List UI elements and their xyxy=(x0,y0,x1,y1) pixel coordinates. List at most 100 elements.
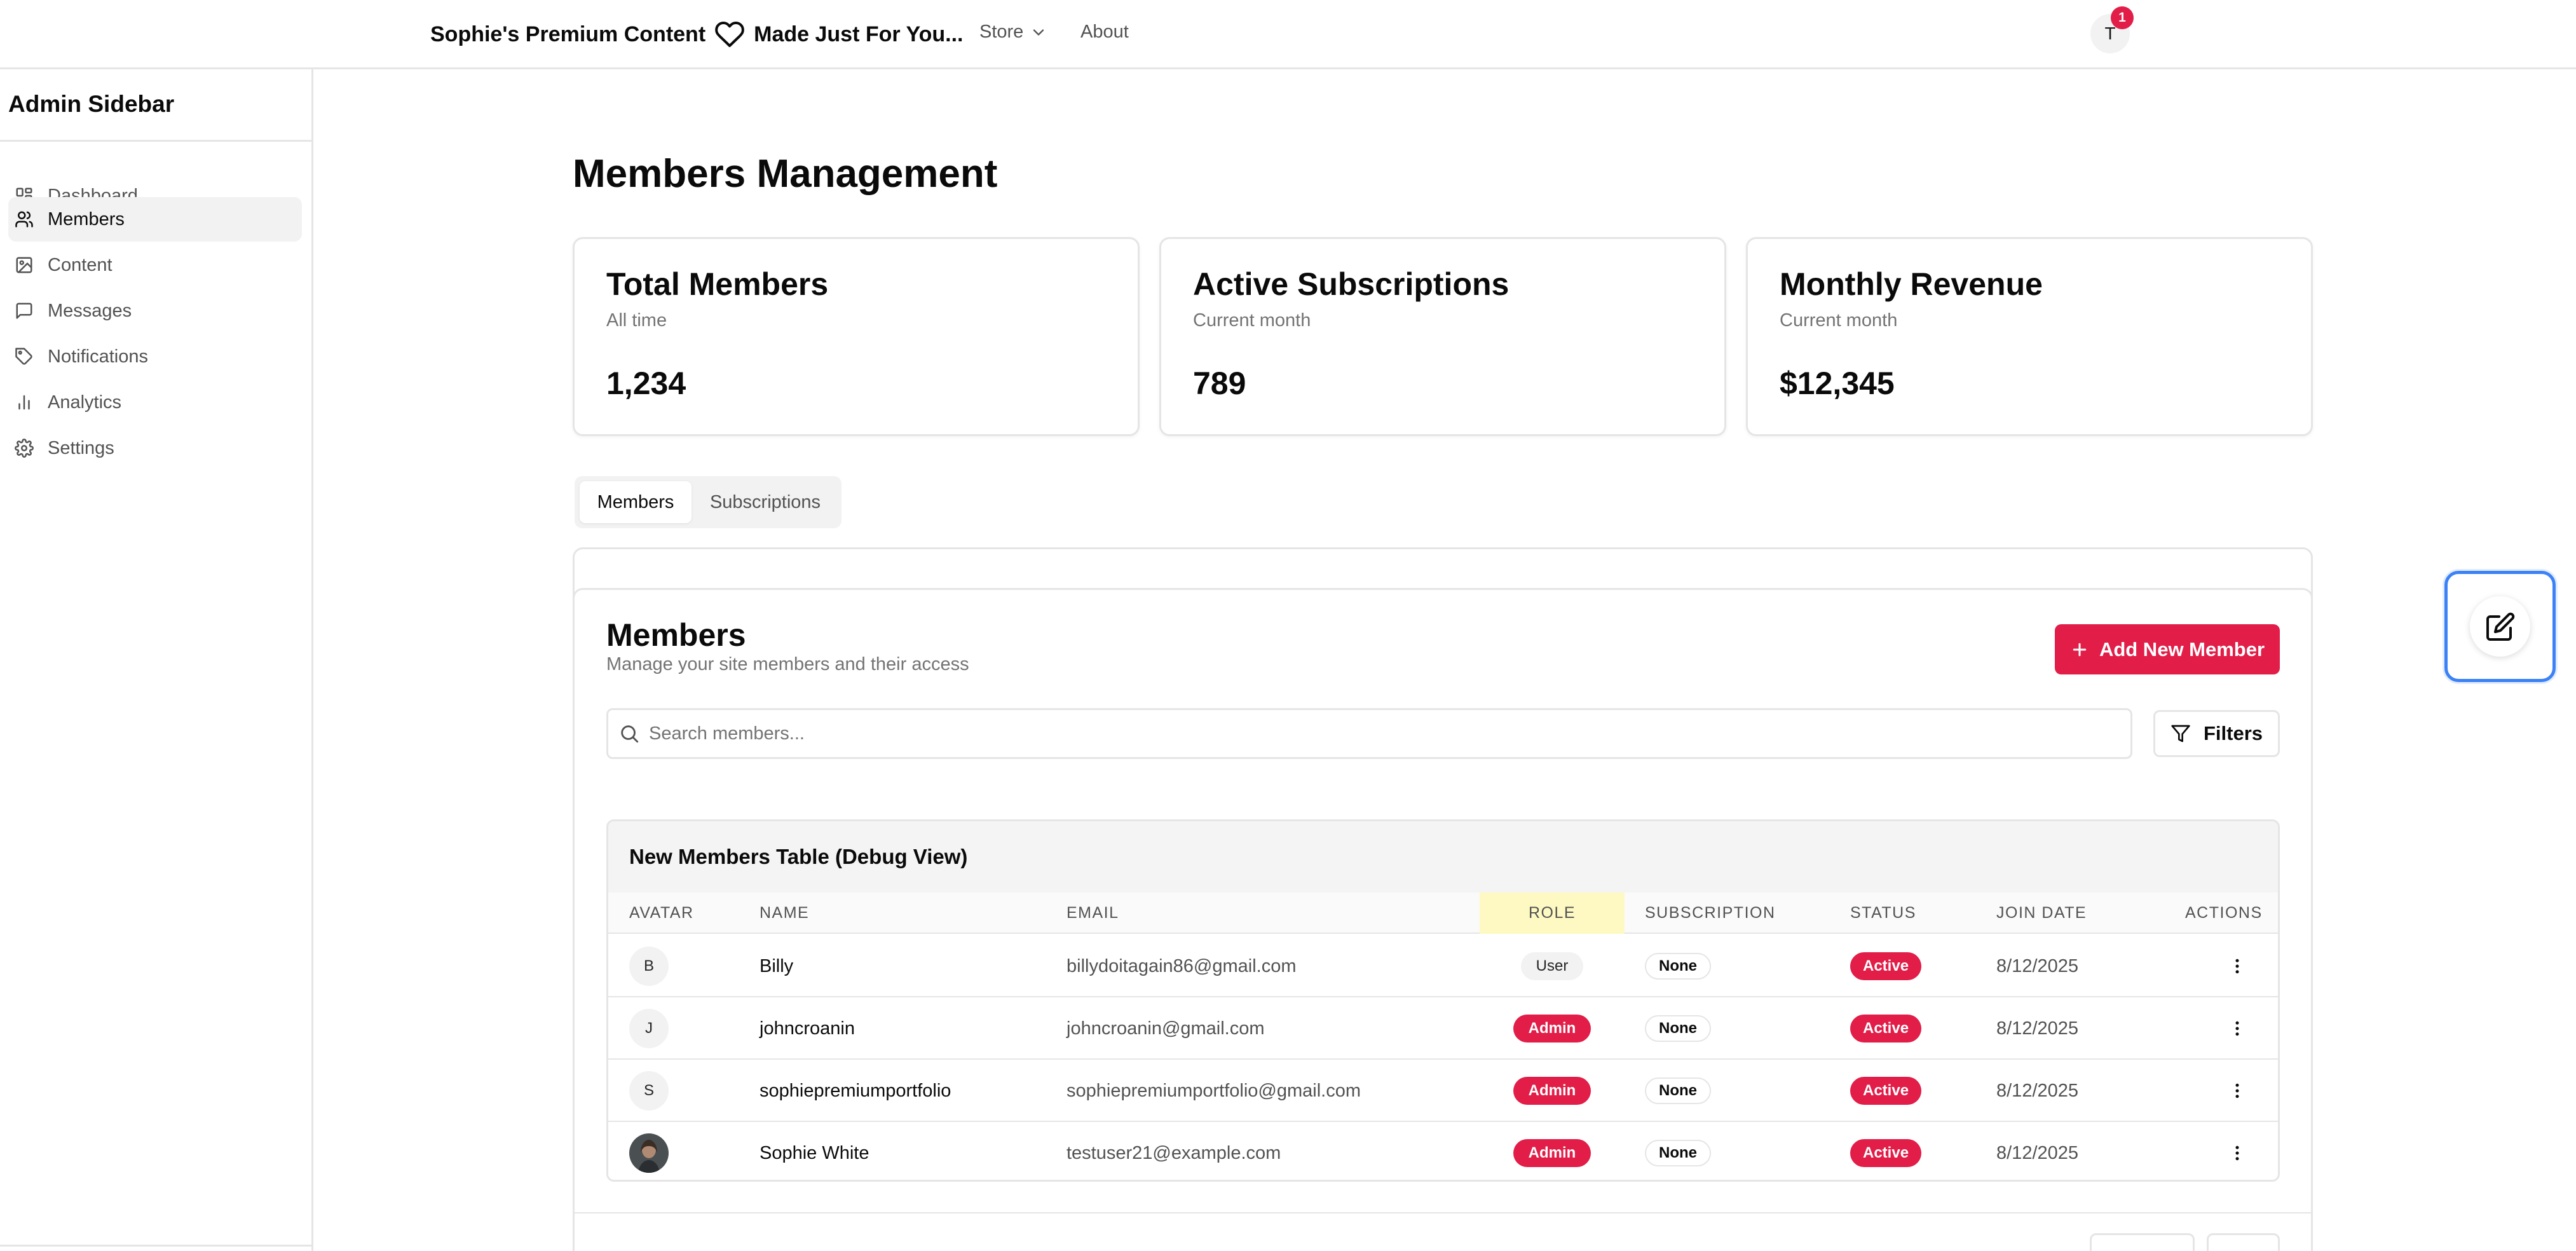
status-badge: Active xyxy=(1850,1077,1922,1105)
sidebar-item-label: Members xyxy=(48,208,125,229)
column-header-avatar: AVATAR xyxy=(629,904,694,922)
filter-icon xyxy=(2171,725,2190,742)
sidebar-item-label: Analytics xyxy=(48,392,122,413)
column-header-actions: ACTIONS xyxy=(2185,904,2263,922)
member-email: billydoitagain86@gmail.com xyxy=(1067,955,1297,976)
row-actions-button[interactable] xyxy=(2225,1016,2250,1041)
more-vertical-icon xyxy=(2235,1083,2239,1098)
column-header-status: STATUS xyxy=(1850,904,1916,922)
sidebar-item-settings[interactable]: Settings xyxy=(8,426,302,470)
users-icon xyxy=(15,211,33,228)
pagination-previous-button[interactable] xyxy=(2090,1233,2195,1251)
stat-card-monthly-revenue: Monthly Revenue Current month $12,345 xyxy=(1746,237,2313,436)
plus-icon xyxy=(2073,643,2087,656)
card-footer-divider xyxy=(575,1212,2311,1213)
sidebar-item-label: Content xyxy=(48,254,112,275)
member-name: johncroanin xyxy=(760,1018,855,1039)
sidebar-divider xyxy=(0,140,311,142)
bar-chart-icon xyxy=(18,395,30,410)
nav-store-menu[interactable]: Store xyxy=(979,22,1047,43)
top-navbar: Sophie's Premium Content Made Just For Y… xyxy=(0,0,2576,69)
page-title: Members Management xyxy=(573,152,998,196)
sidebar-item-label: Settings xyxy=(48,437,114,458)
brand[interactable]: Sophie's Premium Content Made Just For Y… xyxy=(430,19,963,50)
filters-button[interactable]: Filters xyxy=(2153,710,2280,757)
stat-subtitle: Current month xyxy=(1193,310,1311,331)
avatar-photo xyxy=(629,1133,669,1173)
sidebar-item-content[interactable]: Content xyxy=(8,243,302,287)
stat-title: Total Members xyxy=(606,266,829,302)
subscription-badge: None xyxy=(1645,1140,1711,1166)
sidebar-item-members[interactable]: Members xyxy=(8,197,302,242)
table-header: AVATAR NAME EMAIL ROLE SUBSCRIPTION STAT… xyxy=(608,892,2278,934)
stat-value: $12,345 xyxy=(1780,366,1895,401)
stat-card-active-subscriptions: Active Subscriptions Current month 789 xyxy=(1159,237,1726,436)
role-badge: Admin xyxy=(1513,1015,1591,1042)
message-icon xyxy=(16,303,32,319)
admin-sidebar: Admin Sidebar Dashboard Members Content … xyxy=(0,69,313,1251)
status-badge: Active xyxy=(1850,952,1922,980)
brand-name: Sophie's Premium Content xyxy=(430,22,706,46)
column-header-join-date: JOIN DATE xyxy=(1996,904,2087,922)
search-input[interactable] xyxy=(649,716,2111,751)
join-date: 8/12/2025 xyxy=(1996,955,2079,976)
status-badge: Active xyxy=(1850,1139,1922,1167)
column-header-email: EMAIL xyxy=(1067,904,1119,922)
member-name: sophiepremiumportfolio xyxy=(760,1080,951,1101)
role-badge: Admin xyxy=(1513,1077,1591,1105)
add-new-member-button[interactable]: Add New Member xyxy=(2055,624,2280,674)
column-header-name: NAME xyxy=(760,904,810,922)
stat-title: Active Subscriptions xyxy=(1193,266,1509,302)
table-row: S sophiepremiumportfolio sophiepremiumpo… xyxy=(608,1060,2278,1122)
table-row: J johncroanin johncroanin@gmail.com Admi… xyxy=(608,997,2278,1060)
tab-subscriptions[interactable]: Subscriptions xyxy=(694,481,836,523)
row-actions-button[interactable] xyxy=(2225,1140,2250,1166)
subscription-badge: None xyxy=(1645,1077,1711,1104)
more-vertical-icon xyxy=(2235,959,2239,974)
column-header-role: ROLE xyxy=(1480,892,1625,934)
role-badge: Admin xyxy=(1513,1139,1591,1167)
stat-value: 789 xyxy=(1193,366,1246,401)
stat-card-total-members: Total Members All time 1,234 xyxy=(573,237,1140,436)
brand-tagline: Made Just For You... xyxy=(754,22,964,46)
sidebar-item-analytics[interactable]: Analytics xyxy=(8,380,302,425)
add-new-member-label: Add New Member xyxy=(2099,638,2265,660)
member-email: sophiepremiumportfolio@gmail.com xyxy=(1067,1080,1361,1101)
image-icon xyxy=(16,257,32,273)
sidebar-footer-divider xyxy=(0,1245,311,1247)
nav-store-label: Store xyxy=(979,22,1024,42)
stat-subtitle: Current month xyxy=(1780,310,1898,331)
sidebar-title: Admin Sidebar xyxy=(8,91,175,117)
tab-members[interactable]: Members xyxy=(580,481,692,523)
floating-edit-button[interactable] xyxy=(2470,596,2530,657)
row-actions-button[interactable] xyxy=(2225,1078,2250,1104)
tab-list: Members Subscriptions xyxy=(575,476,842,528)
role-badge: User xyxy=(1520,952,1584,980)
nav-about-link[interactable]: About xyxy=(1080,22,1129,43)
avatar: J xyxy=(629,1009,669,1048)
avatar: S xyxy=(629,1071,669,1111)
members-subheading: Manage your site members and their acces… xyxy=(606,654,969,674)
notification-badge: 1 xyxy=(2111,6,2134,29)
sidebar-item-label: Messages xyxy=(48,300,132,321)
join-date: 8/12/2025 xyxy=(1996,1142,2079,1163)
tag-icon xyxy=(15,348,32,365)
stat-subtitle: All time xyxy=(606,310,667,331)
sidebar-item-label: Notifications xyxy=(48,346,148,367)
chevron-down-icon xyxy=(1033,29,1044,36)
sidebar-item-messages[interactable]: Messages xyxy=(8,289,302,333)
pagination-next-button[interactable] xyxy=(2207,1233,2280,1251)
search-box xyxy=(606,708,2132,759)
stat-value: 1,234 xyxy=(606,366,686,401)
row-actions-button[interactable] xyxy=(2225,954,2250,979)
profile-photo-icon xyxy=(629,1133,669,1173)
search-icon xyxy=(621,725,639,743)
gear-icon xyxy=(15,439,34,458)
status-badge: Active xyxy=(1850,1015,1922,1042)
table-row: B Billy billydoitagain86@gmail.com User … xyxy=(608,935,2278,997)
edit-icon xyxy=(2486,612,2514,641)
members-table: New Members Table (Debug View) AVATAR NA… xyxy=(606,819,2280,1182)
sidebar-item-notifications[interactable]: Notifications xyxy=(8,334,302,379)
heart-icon xyxy=(714,19,745,50)
member-name: Sophie White xyxy=(760,1142,869,1163)
